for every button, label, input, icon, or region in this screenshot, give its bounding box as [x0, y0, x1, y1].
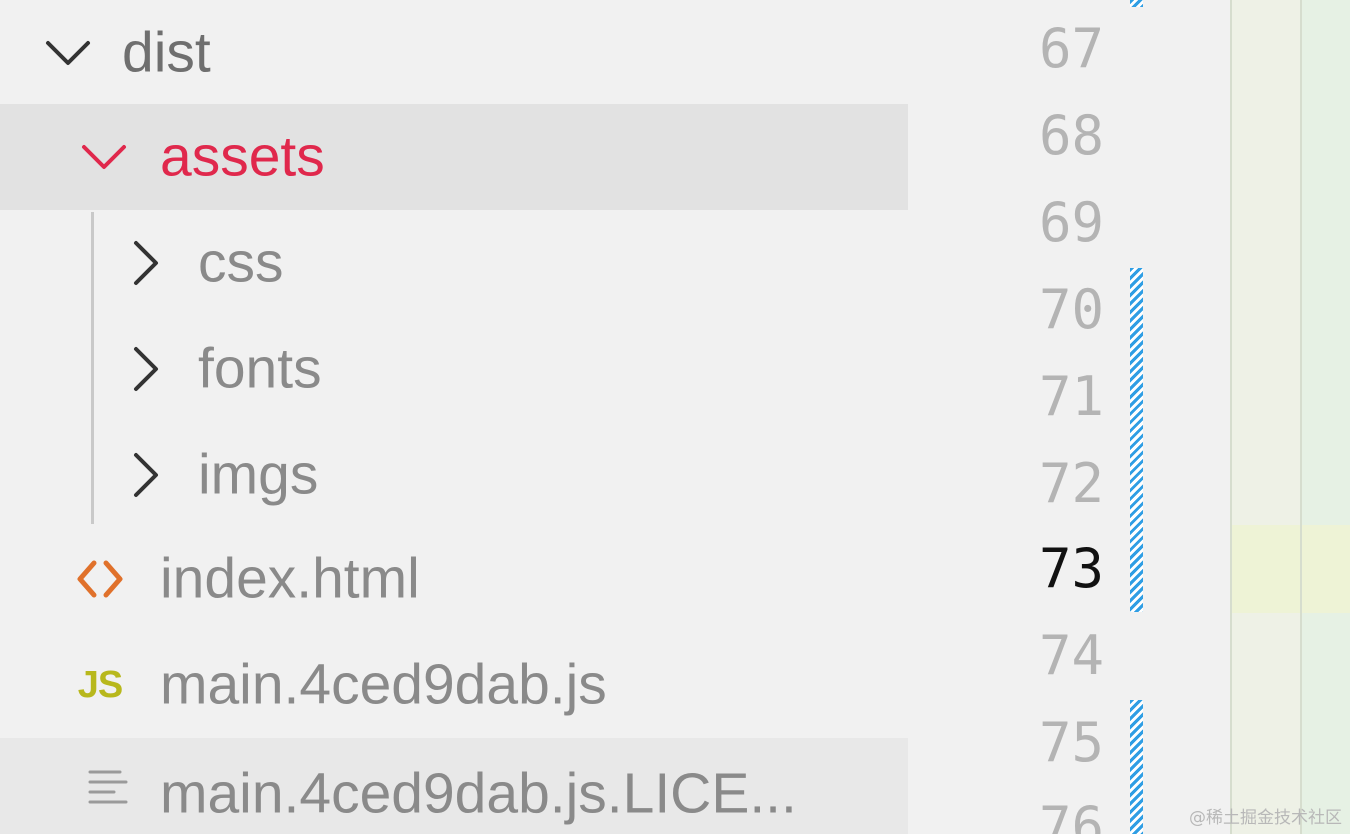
indent-ruler — [1300, 0, 1302, 834]
modified-line-marker[interactable] — [1130, 0, 1143, 7]
tree-folder-fonts[interactable]: fonts — [0, 316, 908, 422]
indent-ruler — [1230, 0, 1232, 834]
js-badge: JS — [77, 663, 123, 706]
line-number[interactable]: 76 — [1039, 800, 1104, 834]
tree-folder-label: dist — [122, 20, 211, 85]
tree-folder-label: css — [198, 230, 284, 295]
line-number[interactable]: 71 — [1039, 370, 1104, 424]
chevron-right-icon — [120, 237, 172, 289]
tree-folder-label: assets — [160, 124, 325, 189]
editor-gutter: 67 68 69 70 71 72 73 74 75 76 — [908, 0, 1230, 834]
chevron-down-icon — [78, 131, 130, 183]
modified-line-marker[interactable] — [1130, 700, 1143, 834]
chevron-right-icon — [120, 343, 172, 395]
tree-file-label: main.4ced9dab.js.LICE... — [160, 761, 797, 826]
tree-folder-label: fonts — [198, 336, 322, 401]
line-number[interactable]: 68 — [1039, 109, 1104, 163]
tree-file-main-js-license[interactable]: main.4ced9dab.js.LICE... — [0, 738, 908, 834]
line-number[interactable]: 72 — [1039, 457, 1104, 511]
watermark: @稀土掘金技术社区 — [1189, 808, 1342, 828]
chevron-right-icon — [120, 449, 172, 501]
tree-folder-label: imgs — [198, 442, 319, 507]
tree-file-label: main.4ced9dab.js — [160, 652, 607, 717]
line-number[interactable]: 74 — [1039, 629, 1104, 683]
editor-highlight-column — [1302, 0, 1350, 834]
tree-folder-assets[interactable]: assets — [0, 104, 908, 210]
line-number[interactable]: 70 — [1039, 283, 1104, 337]
text-file-icon — [86, 762, 138, 814]
file-explorer: dist assets css fonts imgs index.html JS… — [0, 0, 908, 834]
js-file-icon: JS — [74, 659, 126, 711]
editor-text-area[interactable] — [1230, 0, 1350, 834]
tree-file-index-html[interactable]: index.html — [0, 526, 908, 632]
tree-folder-imgs[interactable]: imgs — [0, 422, 908, 528]
current-line-highlight — [1230, 525, 1350, 613]
tree-folder-dist[interactable]: dist — [0, 0, 908, 106]
vscode-window: dist assets css fonts imgs index.html JS… — [0, 0, 1350, 834]
line-number[interactable]: 69 — [1039, 196, 1104, 250]
chevron-down-icon — [42, 27, 94, 79]
current-line-number[interactable]: 73 — [1039, 542, 1104, 596]
html-file-icon — [74, 553, 126, 605]
line-number[interactable]: 75 — [1039, 716, 1104, 770]
tree-folder-css[interactable]: css — [0, 210, 908, 316]
tree-file-label: index.html — [160, 546, 420, 611]
modified-line-marker[interactable] — [1130, 268, 1143, 612]
line-number[interactable]: 67 — [1039, 22, 1104, 76]
tree-file-main-js[interactable]: JS main.4ced9dab.js — [0, 632, 908, 738]
